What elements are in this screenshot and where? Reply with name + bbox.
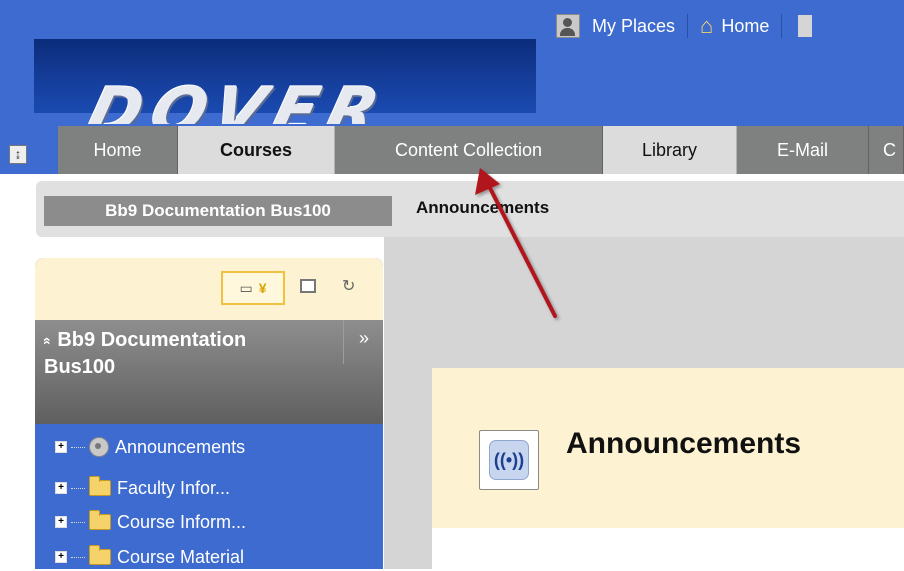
annotation-arrow — [475, 168, 557, 318]
